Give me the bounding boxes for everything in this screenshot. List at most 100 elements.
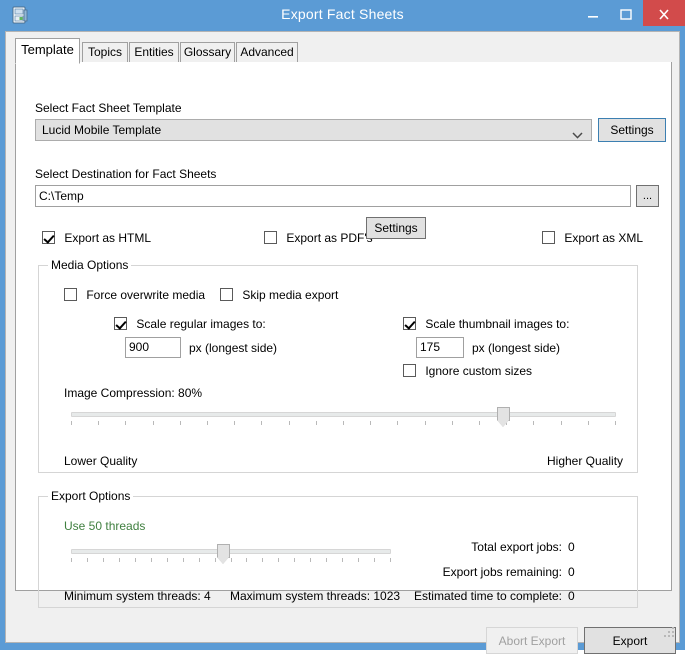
pdf-settings-button[interactable]: Settings — [366, 217, 426, 239]
threads-label: Use 50 threads — [64, 519, 146, 533]
regular-image-size-value: 900 — [129, 340, 150, 354]
slider-tick — [199, 558, 200, 562]
threads-slider-track[interactable] — [71, 549, 391, 554]
slider-tick — [452, 421, 453, 425]
slider-tick — [342, 558, 343, 562]
tab-template[interactable]: Template — [15, 38, 80, 64]
destination-input[interactable]: C:\Temp — [35, 185, 631, 207]
checkbox-icon — [220, 288, 233, 301]
scale-regular-images-label: Scale regular images to: — [136, 317, 266, 331]
destination-value: C:\Temp — [39, 189, 84, 203]
template-label: Select Fact Sheet Template — [35, 101, 182, 115]
minimize-button[interactable] — [578, 0, 608, 26]
threads-slider-thumb[interactable] — [217, 544, 230, 564]
slider-tick — [397, 421, 398, 425]
export-as-xml-checkbox[interactable]: Export as XML — [542, 231, 643, 245]
regular-image-units: px (longest side) — [189, 341, 278, 355]
skip-media-export-label: Skip media export — [242, 288, 339, 302]
tab-advanced[interactable]: Advanced — [236, 42, 298, 63]
checkbox-icon — [264, 231, 277, 244]
export-as-html-label: Export as HTML — [64, 231, 152, 245]
slider-tick — [533, 421, 534, 425]
ignore-custom-sizes-label: Ignore custom sizes — [425, 364, 533, 378]
checkbox-icon — [64, 288, 77, 301]
minimize-icon — [588, 16, 598, 18]
tab-entities[interactable]: Entities — [129, 42, 179, 63]
force-overwrite-media-label: Force overwrite media — [86, 288, 206, 302]
slider-tick — [215, 558, 216, 562]
thumbnail-units: px (longest side) — [472, 341, 561, 355]
slider-tick — [135, 558, 136, 562]
slider-tick — [370, 421, 371, 425]
tab-strip: Template Topics Entities Glossary Advanc… — [15, 38, 672, 64]
slider-tick — [289, 421, 290, 425]
resize-grip[interactable] — [664, 627, 676, 639]
slider-tick — [561, 421, 562, 425]
slider-tick — [167, 558, 168, 562]
ignore-custom-sizes-checkbox[interactable]: Ignore custom sizes — [403, 364, 532, 378]
regular-image-size-input[interactable]: 900 — [125, 337, 181, 358]
scale-regular-images-checkbox[interactable]: Scale regular images to: — [114, 317, 266, 331]
slider-tick — [316, 421, 317, 425]
slider-tick — [374, 558, 375, 562]
template-settings-button[interactable]: Settings — [598, 118, 666, 142]
checkbox-icon — [114, 317, 127, 330]
slider-tick — [231, 558, 232, 562]
compression-slider-ticks — [71, 421, 616, 426]
slider-tick — [278, 558, 279, 562]
slider-tick — [246, 558, 247, 562]
slider-tick — [479, 421, 480, 425]
template-combobox[interactable]: Lucid Mobile Template — [35, 119, 592, 141]
scale-thumbnail-images-checkbox[interactable]: Scale thumbnail images to: — [403, 317, 569, 331]
slider-tick — [207, 421, 208, 425]
checkbox-icon — [403, 364, 416, 377]
estimated-time-value: 0 — [568, 589, 575, 603]
image-compression-label: Image Compression: 80% — [64, 386, 203, 400]
slider-tick — [390, 558, 391, 562]
compression-slider-thumb[interactable] — [497, 407, 510, 427]
slider-tick — [98, 421, 99, 425]
slider-tick — [326, 558, 327, 562]
lower-quality-label: Lower Quality — [64, 454, 138, 468]
skip-media-export-checkbox[interactable]: Skip media export — [220, 288, 338, 302]
chevron-down-icon — [572, 128, 583, 142]
slider-tick — [71, 421, 72, 425]
slider-tick — [425, 421, 426, 425]
close-button[interactable] — [643, 0, 685, 26]
slider-tick — [588, 421, 589, 425]
maximize-button[interactable] — [611, 0, 641, 26]
slider-tick — [261, 421, 262, 425]
export-as-pdf-label: Export as PDF's — [286, 231, 373, 245]
slider-tick — [151, 558, 152, 562]
scale-thumbnail-images-label: Scale thumbnail images to: — [425, 317, 570, 331]
export-as-html-checkbox[interactable]: Export as HTML — [42, 231, 151, 245]
export-as-pdf-checkbox[interactable]: Export as PDF's — [264, 231, 373, 245]
template-combobox-value: Lucid Mobile Template — [42, 123, 162, 137]
export-jobs-remaining-label: Export jobs remaining: — [442, 565, 562, 579]
thumbnail-size-input[interactable]: 175 — [416, 337, 464, 358]
tab-topics[interactable]: Topics — [82, 42, 128, 63]
slider-tick — [153, 421, 154, 425]
slider-tick — [71, 558, 72, 562]
total-export-jobs-label: Total export jobs: — [471, 540, 562, 554]
export-jobs-remaining-value: 0 — [568, 565, 575, 579]
slider-tick — [343, 421, 344, 425]
slider-tick — [180, 421, 181, 425]
thumbnail-size-value: 175 — [420, 340, 441, 354]
slider-tick — [125, 421, 126, 425]
compression-slider-track[interactable] — [71, 412, 616, 417]
slider-tick — [615, 421, 616, 425]
browse-button[interactable]: ... — [636, 185, 659, 207]
checkbox-icon — [542, 231, 555, 244]
slider-tick — [87, 558, 88, 562]
total-export-jobs-value: 0 — [568, 540, 575, 554]
higher-quality-label: Higher Quality — [547, 454, 624, 468]
slider-tick — [294, 558, 295, 562]
slider-tick — [234, 421, 235, 425]
tab-glossary[interactable]: Glossary — [180, 42, 235, 63]
destination-label: Select Destination for Fact Sheets — [35, 167, 217, 181]
slider-tick — [183, 558, 184, 562]
minimum-system-threads-label: Minimum system threads: 4 — [64, 589, 211, 603]
slider-tick — [119, 558, 120, 562]
force-overwrite-media-checkbox[interactable]: Force overwrite media — [64, 288, 205, 302]
